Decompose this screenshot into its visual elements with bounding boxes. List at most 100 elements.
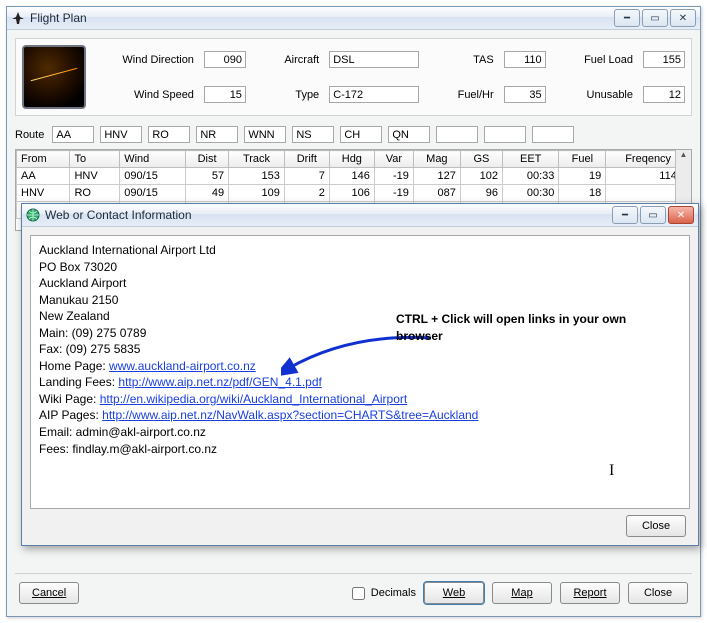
cell-drift: 7 bbox=[284, 168, 329, 185]
route-point-0[interactable] bbox=[52, 126, 94, 143]
info-line: Wiki Page: bbox=[39, 392, 100, 406]
button-bar: Cancel Decimals Web Map Report Close bbox=[15, 573, 692, 608]
route-point-5[interactable] bbox=[292, 126, 334, 143]
cell-mag: 087 bbox=[413, 185, 460, 202]
wiki-page-link[interactable]: http://en.wikipedia.org/wiki/Auckland_In… bbox=[100, 392, 408, 406]
col-track[interactable]: Track bbox=[229, 151, 285, 168]
dialog-minimize-button[interactable]: ━ bbox=[612, 206, 638, 224]
col-eet[interactable]: EET bbox=[503, 151, 559, 168]
info-line: AIP Pages: bbox=[39, 408, 102, 422]
unusable-label: Unusable bbox=[556, 89, 633, 101]
minimize-button[interactable]: ━ bbox=[614, 9, 640, 27]
cell-to: RO bbox=[70, 185, 120, 202]
cell-var: -19 bbox=[374, 185, 413, 202]
table-row[interactable]: AAHNV090/15571537146-1912710200:3319114.… bbox=[17, 168, 691, 185]
globe-icon bbox=[26, 208, 40, 222]
col-wind[interactable]: Wind bbox=[120, 151, 186, 168]
parameter-panel: Wind Direction Aircraft TAS Fuel Load Wi… bbox=[15, 38, 692, 116]
info-line: Email: admin@akl-airport.co.nz bbox=[39, 424, 681, 441]
route-point-3[interactable] bbox=[196, 126, 238, 143]
route-point-8[interactable] bbox=[436, 126, 478, 143]
cell-fuel: 19 bbox=[559, 168, 606, 185]
fuel-hr-label: Fuel/Hr bbox=[429, 89, 493, 101]
info-textbox[interactable]: Auckland International Airport Ltd PO Bo… bbox=[30, 235, 690, 509]
plane-icon bbox=[11, 11, 25, 25]
route-point-4[interactable] bbox=[244, 126, 286, 143]
wind-speed-label: Wind Speed bbox=[94, 89, 194, 101]
col-var[interactable]: Var bbox=[374, 151, 413, 168]
info-line: Auckland Airport bbox=[39, 275, 681, 292]
col-dist[interactable]: Dist bbox=[186, 151, 229, 168]
table-row[interactable]: HNVRO090/15491092106-190879600:3018 bbox=[17, 185, 691, 202]
aircraft-input[interactable] bbox=[329, 51, 419, 68]
aircraft-label: Aircraft bbox=[256, 54, 319, 66]
dialog-title: Web or Contact Information bbox=[45, 208, 612, 222]
col-from[interactable]: From bbox=[17, 151, 70, 168]
tas-label: TAS bbox=[429, 54, 493, 66]
dialog-close-button[interactable]: ✕ bbox=[668, 206, 694, 224]
dialog-maximize-button[interactable]: ▭ bbox=[640, 206, 666, 224]
cell-drift: 2 bbox=[284, 185, 329, 202]
cancel-button[interactable]: Cancel bbox=[19, 582, 79, 604]
cell-from: HNV bbox=[17, 185, 70, 202]
close-button-bottom[interactable]: Close bbox=[628, 582, 688, 604]
web-info-dialog: Web or Contact Information ━ ▭ ✕ Aucklan… bbox=[21, 203, 699, 546]
cell-eet: 00:30 bbox=[503, 185, 559, 202]
type-input[interactable] bbox=[329, 86, 419, 103]
aip-pages-link[interactable]: http://www.aip.net.nz/NavWalk.aspx?secti… bbox=[102, 408, 478, 422]
col-mag[interactable]: Mag bbox=[413, 151, 460, 168]
text-cursor-icon: I bbox=[609, 460, 614, 482]
decimals-check-input[interactable] bbox=[352, 587, 365, 600]
cell-gs: 96 bbox=[460, 185, 502, 202]
route-point-9[interactable] bbox=[484, 126, 526, 143]
route-point-7[interactable] bbox=[388, 126, 430, 143]
col-drift[interactable]: Drift bbox=[284, 151, 329, 168]
landing-fees-link[interactable]: http://www.aip.net.nz/pdf/GEN_4.1.pdf bbox=[118, 375, 321, 389]
titlebar[interactable]: Flight Plan ━ ▭ ✕ bbox=[7, 7, 700, 30]
cell-dist: 57 bbox=[186, 168, 229, 185]
cell-wind: 090/15 bbox=[120, 168, 186, 185]
tas-input[interactable] bbox=[504, 51, 546, 68]
wind-direction-input[interactable] bbox=[204, 51, 246, 68]
cell-var: -19 bbox=[374, 168, 413, 185]
route-point-2[interactable] bbox=[148, 126, 190, 143]
cell-hdg: 146 bbox=[329, 168, 374, 185]
route-point-6[interactable] bbox=[340, 126, 382, 143]
unusable-input[interactable] bbox=[643, 86, 685, 103]
wind-speed-input[interactable] bbox=[204, 86, 246, 103]
compass-gauge-icon bbox=[22, 45, 86, 109]
cell-gs: 102 bbox=[460, 168, 502, 185]
cell-hdg: 106 bbox=[329, 185, 374, 202]
fuel-load-label: Fuel Load bbox=[556, 54, 633, 66]
col-fuel[interactable]: Fuel bbox=[559, 151, 606, 168]
col-hdg[interactable]: Hdg bbox=[329, 151, 374, 168]
home-page-link[interactable]: www.auckland-airport.co.nz bbox=[109, 359, 256, 373]
annotation-text: CTRL + Click will open links in your own… bbox=[396, 311, 646, 344]
maximize-button[interactable]: ▭ bbox=[642, 9, 668, 27]
type-label: Type bbox=[256, 89, 319, 101]
dialog-close-action[interactable]: Close bbox=[626, 515, 686, 537]
close-button[interactable]: ✕ bbox=[670, 9, 696, 27]
fuel-load-input[interactable] bbox=[643, 51, 685, 68]
col-to[interactable]: To bbox=[70, 151, 120, 168]
route-label: Route bbox=[15, 129, 44, 141]
route-point-10[interactable] bbox=[532, 126, 574, 143]
report-button[interactable]: Report bbox=[560, 582, 620, 604]
window-title: Flight Plan bbox=[30, 11, 614, 25]
info-line: PO Box 73020 bbox=[39, 259, 681, 276]
col-gs[interactable]: GS bbox=[460, 151, 502, 168]
info-line: Fees: findlay.m@akl-airport.co.nz bbox=[39, 441, 681, 458]
cell-wind: 090/15 bbox=[120, 185, 186, 202]
route-row: Route bbox=[15, 126, 692, 143]
decimals-checkbox[interactable]: Decimals bbox=[348, 584, 416, 603]
map-button[interactable]: Map bbox=[492, 582, 552, 604]
dialog-titlebar[interactable]: Web or Contact Information ━ ▭ ✕ bbox=[22, 204, 698, 227]
fuel-hr-input[interactable] bbox=[504, 86, 546, 103]
route-point-1[interactable] bbox=[100, 126, 142, 143]
info-line: Home Page: bbox=[39, 359, 109, 373]
web-button[interactable]: Web bbox=[424, 582, 484, 604]
cell-from: AA bbox=[17, 168, 70, 185]
caret-up-icon[interactable]: ▲ bbox=[680, 150, 688, 159]
cell-eet: 00:33 bbox=[503, 168, 559, 185]
cell-mag: 127 bbox=[413, 168, 460, 185]
